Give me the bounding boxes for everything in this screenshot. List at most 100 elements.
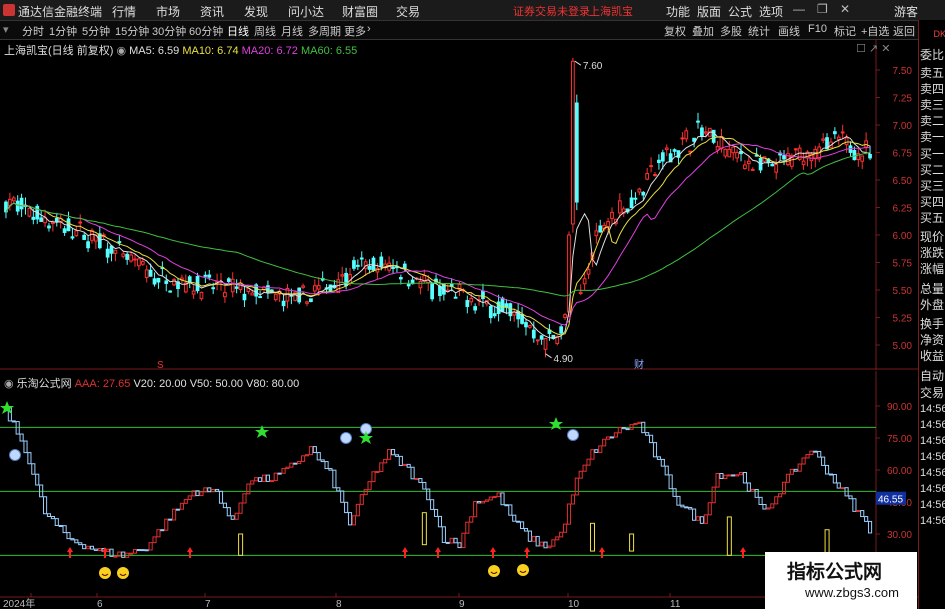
indicator-bar: [46, 513, 52, 518]
indicator-bar: [441, 526, 446, 543]
candle: [367, 259, 372, 274]
indicator-bar: [813, 450, 818, 453]
menu-news[interactable]: 资讯: [200, 3, 224, 20]
panel-item-18[interactable]: 收益: [920, 349, 945, 364]
panel-item-1[interactable]: 卖五: [920, 66, 945, 81]
indicator-bar: [156, 529, 161, 538]
period-30min[interactable]: 30分钟: [152, 23, 186, 39]
indicator-bar: [864, 516, 869, 522]
indicator-legend: ◉ 乐淘公式网 AAA: 27.65 V20: 20.00 V50: 50.00…: [4, 375, 299, 391]
panel-item-8[interactable]: 买三: [920, 179, 945, 194]
panel-time-1: 14:56: [920, 419, 945, 431]
panel-item-14[interactable]: 总量: [920, 282, 945, 297]
menu-market[interactable]: 市场: [156, 3, 180, 20]
panel-item-16[interactable]: 换手: [920, 317, 945, 332]
adjust-button[interactable]: 复权: [664, 23, 686, 39]
candle: [144, 265, 149, 283]
overlay-button[interactable]: 叠加: [692, 23, 714, 39]
period-15min[interactable]: 15分钟: [115, 23, 149, 39]
back-button[interactable]: 返回: [893, 23, 915, 39]
more-chevron-icon[interactable]: ›: [367, 23, 371, 35]
login-notice[interactable]: 证券交易未登录: [513, 3, 590, 19]
candle: [578, 284, 583, 296]
restore-icon[interactable]: ❐: [817, 2, 828, 16]
period-daily[interactable]: 日线: [227, 23, 249, 39]
menu-formula[interactable]: 公式: [728, 3, 752, 20]
smiley-icon: [517, 564, 529, 576]
indicator-bar: [684, 506, 689, 509]
indicator-bar: [664, 465, 669, 476]
menu-options[interactable]: 选项: [759, 3, 783, 20]
indicator-bar: [574, 477, 579, 496]
menu-bar: 通达信金融终端 行情 市场 资讯 发现 问小达 财富圈 交易 证券交易未登录 上…: [0, 0, 945, 21]
period-60min[interactable]: 60分钟: [189, 23, 223, 39]
indicator-bar: [746, 482, 751, 492]
draw-line-button[interactable]: 画线: [778, 23, 800, 39]
panel-item-11[interactable]: 现价: [920, 230, 945, 245]
period-monthly[interactable]: 月线: [281, 23, 303, 39]
menu-layout[interactable]: 版面: [697, 3, 721, 20]
indicator-bar: [285, 466, 290, 469]
panel-item-6[interactable]: 买一: [920, 147, 945, 162]
close-icon[interactable]: ✕: [840, 2, 850, 16]
candle: [856, 147, 861, 167]
panel-item-19[interactable]: 自动: [920, 369, 945, 384]
panel-item-4[interactable]: 卖二: [920, 114, 945, 129]
indicator-bar: [609, 436, 615, 439]
indicator-bar: [82, 544, 87, 550]
panel-item-9[interactable]: 买四: [920, 195, 945, 210]
candle: [731, 146, 736, 161]
indicator-bar: [390, 448, 396, 456]
indicator-bar: [42, 496, 48, 515]
indicator-bar: [445, 541, 450, 544]
period-intraday[interactable]: 分时: [22, 23, 44, 39]
indicator-toggle-icon[interactable]: ◉: [4, 378, 17, 390]
f10-button[interactable]: F10: [808, 23, 827, 35]
top-stock-name: 上海凯宝: [589, 6, 633, 18]
panel-item-2[interactable]: 卖四: [920, 82, 945, 97]
period-5min[interactable]: 5分钟: [82, 23, 110, 39]
multi-stock-button[interactable]: 多股: [720, 23, 742, 39]
panel-item-17[interactable]: 净资: [920, 333, 945, 348]
period-multi[interactable]: 多周期: [308, 23, 341, 39]
watermark-url: www.zbgs3.com: [805, 585, 899, 600]
signal-bar: [238, 533, 244, 556]
mark-button[interactable]: 标记: [834, 23, 856, 39]
indicator-bar: [398, 455, 403, 467]
indicator-bar: [824, 464, 830, 475]
indicator-bar: [97, 548, 102, 551]
panel-item-12[interactable]: 涨跌: [920, 246, 945, 261]
minimize-icon[interactable]: —: [793, 2, 805, 16]
guest-label[interactable]: 游客: [894, 3, 918, 20]
candle: [164, 274, 169, 292]
indicator-bar: [750, 488, 755, 492]
menu-wealth[interactable]: 财富圈: [342, 3, 378, 20]
panel-item-5[interactable]: 卖一: [920, 130, 945, 145]
stats-button[interactable]: 统计: [748, 23, 770, 39]
legend-toggle-icon[interactable]: ◉: [116, 45, 129, 57]
period-more[interactable]: 更多: [344, 23, 366, 39]
indicator-tick-label: 60.00: [887, 466, 912, 477]
panel-item-7[interactable]: 买二: [920, 163, 945, 178]
price-chart[interactable]: 7.50 7.25 7.00 6.75 6.50 6.25 6.00 5.75 5.50 5.25…: [0, 40, 918, 370]
menu-quotes[interactable]: 行情: [112, 3, 136, 20]
panel-item-13[interactable]: 涨幅: [920, 262, 945, 277]
add-watchlist-button[interactable]: +自选: [861, 23, 889, 39]
panel-item-0[interactable]: 委比: [920, 48, 945, 63]
indicator-bar: [723, 474, 728, 480]
panel-item-3[interactable]: 卖三: [920, 98, 945, 113]
toolbar-menu-icon[interactable]: ▾: [3, 23, 9, 36]
menu-function[interactable]: 功能: [666, 3, 690, 20]
candle: [492, 306, 497, 319]
menu-trade[interactable]: 交易: [396, 3, 420, 20]
period-weekly[interactable]: 周线: [254, 23, 276, 39]
indicator-bar: [473, 501, 478, 518]
menu-ask[interactable]: 问小达: [288, 3, 324, 20]
candle: [226, 277, 231, 284]
menu-discover[interactable]: 发现: [244, 3, 268, 20]
panel-item-10[interactable]: 买五: [920, 211, 945, 226]
panel-item-20[interactable]: 交易: [920, 386, 945, 401]
chart-settings-icon[interactable]: ☐ ↗ ✕: [856, 42, 890, 55]
panel-item-15[interactable]: 外盘: [920, 298, 945, 313]
period-1min[interactable]: 1分钟: [49, 23, 77, 39]
